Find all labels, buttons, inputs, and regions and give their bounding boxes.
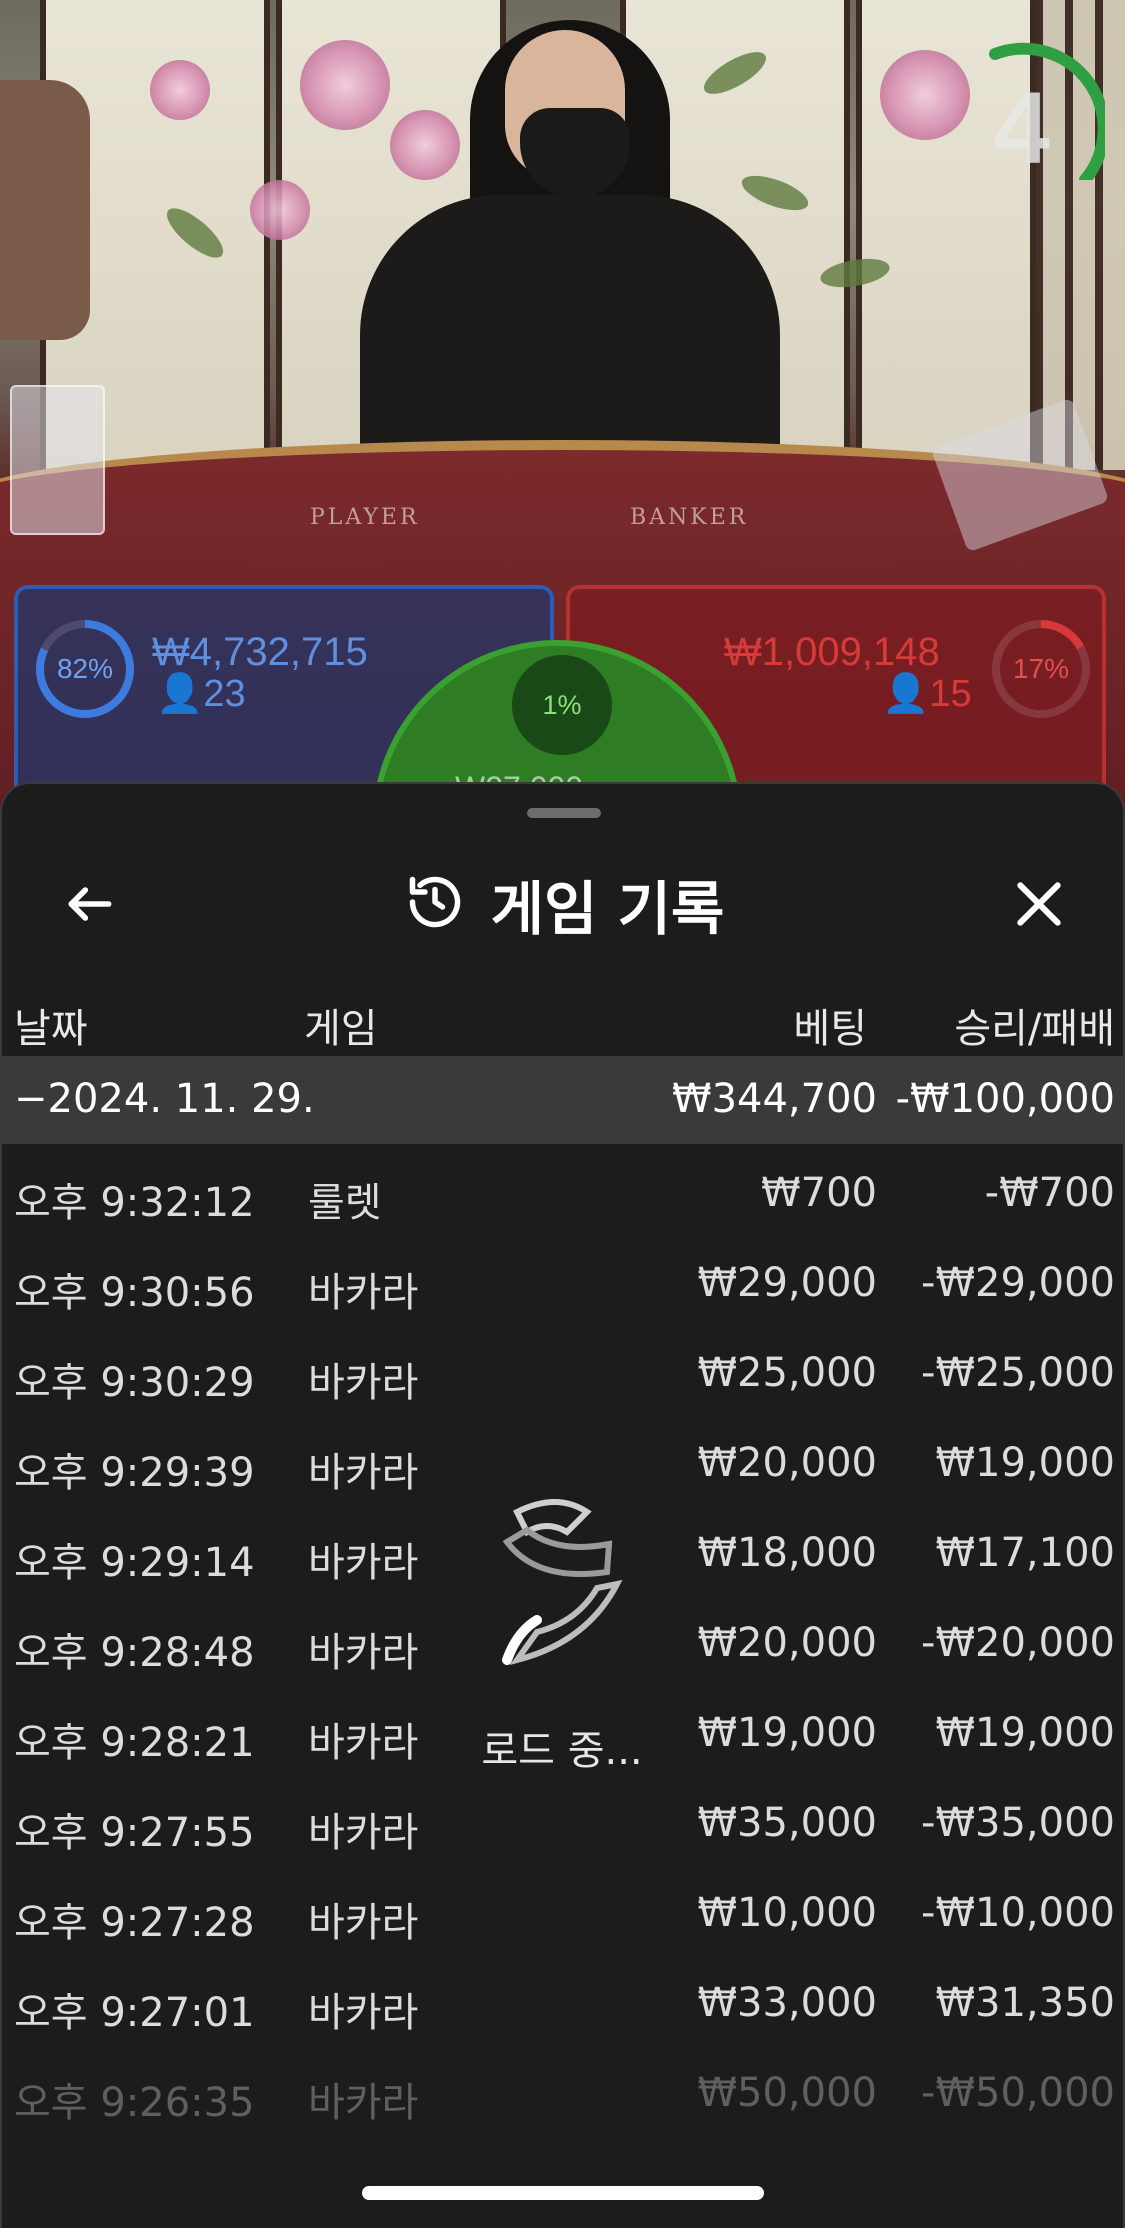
row-game: 바카라 bbox=[308, 1540, 419, 1586]
row-bet: ₩18,000 bbox=[697, 1530, 877, 1576]
loading-indicator: 로드 중... bbox=[481, 1492, 643, 1792]
user-icon: 👤 bbox=[882, 673, 930, 715]
flower-decoration bbox=[880, 50, 970, 140]
row-bet: ₩50,000 bbox=[697, 2070, 877, 2116]
row-game: 바카라 bbox=[308, 1900, 419, 1946]
page-title: 게임 기록 bbox=[490, 875, 725, 943]
row-game: 룰렛 bbox=[308, 1180, 382, 1226]
row-result: ₩19,000 bbox=[935, 1710, 1115, 1756]
staff-person bbox=[0, 80, 90, 340]
date-group-total-bet: ₩344,700 bbox=[672, 1076, 877, 1122]
title-group: 게임 기록 bbox=[2, 844, 1123, 964]
banker-percent: 17% bbox=[1012, 653, 1070, 684]
row-bet: ₩19,000 bbox=[697, 1710, 877, 1756]
row-result: -₩29,000 bbox=[921, 1260, 1115, 1306]
loading-text: 로드 중... bbox=[481, 1728, 643, 1774]
row-time: 오후 9:30:29 bbox=[14, 1360, 255, 1406]
row-result: -₩20,000 bbox=[921, 1620, 1115, 1666]
row-time: 오후 9:30:56 bbox=[14, 1270, 255, 1316]
home-indicator[interactable] bbox=[362, 2186, 764, 2200]
row-result: -₩10,000 bbox=[921, 1890, 1115, 1936]
table-label-player: PLAYER bbox=[310, 505, 420, 530]
table-row[interactable]: 오후 9:26:35 바카라 ₩50,000 -₩50,000 bbox=[2, 2046, 1123, 2136]
flower-decoration bbox=[150, 60, 210, 120]
timer-value: 4 bbox=[993, 71, 1050, 185]
column-date: 날짜 bbox=[14, 1006, 88, 1052]
flower-decoration bbox=[250, 180, 310, 240]
row-result: -₩700 bbox=[984, 1170, 1115, 1216]
row-bet: ₩10,000 bbox=[697, 1890, 877, 1936]
row-game: 바카라 bbox=[308, 1720, 419, 1766]
game-history-sheet: 게임 기록 날짜 게임 베팅 승리/패배 −2024. 11. 29. ₩344… bbox=[0, 782, 1125, 2228]
row-bet: ₩20,000 bbox=[697, 1620, 877, 1666]
row-game: 바카라 bbox=[308, 1630, 419, 1676]
row-time: 오후 9:27:55 bbox=[14, 1810, 255, 1856]
row-game: 바카라 bbox=[308, 1270, 419, 1316]
row-game: 바카라 bbox=[308, 1990, 419, 2036]
row-time: 오후 9:28:48 bbox=[14, 1630, 255, 1676]
banker-count: 👤15 bbox=[882, 673, 972, 715]
row-time: 오후 9:28:21 bbox=[14, 1720, 255, 1766]
row-bet: ₩700 bbox=[761, 1170, 877, 1216]
row-time: 오후 9:29:14 bbox=[14, 1540, 255, 1586]
column-game: 게임 bbox=[304, 1006, 378, 1052]
sheet-grabber[interactable] bbox=[527, 808, 601, 818]
arrow-left-icon bbox=[68, 887, 112, 921]
row-bet: ₩25,000 bbox=[697, 1350, 877, 1396]
row-time: 오후 9:29:39 bbox=[14, 1450, 255, 1496]
row-result: -₩50,000 bbox=[921, 2070, 1115, 2116]
back-button[interactable] bbox=[50, 864, 130, 944]
row-time: 오후 9:32:12 bbox=[14, 1180, 255, 1226]
column-win-loss: 승리/패배 bbox=[954, 1006, 1115, 1052]
row-bet: ₩33,000 bbox=[697, 1980, 877, 2026]
player-count: 👤23 bbox=[156, 673, 246, 715]
row-time: 오후 9:27:28 bbox=[14, 1900, 255, 1946]
table-row[interactable]: 오후 9:27:01 바카라 ₩33,000 ₩31,350 bbox=[2, 1956, 1123, 2046]
row-result: ₩19,000 bbox=[935, 1440, 1115, 1486]
player-amount: ₩4,732,715 bbox=[152, 630, 368, 674]
row-bet: ₩35,000 bbox=[697, 1800, 877, 1846]
tie-percent: 1% bbox=[542, 690, 582, 720]
close-button[interactable] bbox=[999, 864, 1079, 944]
row-time: 오후 9:26:35 bbox=[14, 2080, 255, 2126]
date-group-label: −2024. 11. 29. bbox=[14, 1076, 315, 1122]
row-result: -₩35,000 bbox=[921, 1800, 1115, 1846]
table-row[interactable]: 오후 9:30:29 바카라 ₩25,000 -₩25,000 bbox=[2, 1326, 1123, 1416]
row-time: 오후 9:27:01 bbox=[14, 1990, 255, 2036]
table-row[interactable]: 오후 9:32:12 룰렛 ₩700 -₩700 bbox=[2, 1146, 1123, 1236]
column-bet: 베팅 bbox=[793, 1006, 867, 1052]
row-bet: ₩20,000 bbox=[697, 1440, 877, 1486]
row-game: 바카라 bbox=[308, 1360, 419, 1406]
player-percent: 82% bbox=[56, 653, 114, 684]
date-group-header[interactable]: −2024. 11. 29. ₩344,700 -₩100,000 bbox=[2, 1056, 1123, 1144]
row-result: ₩17,100 bbox=[935, 1530, 1115, 1576]
user-icon: 👤 bbox=[156, 673, 204, 715]
row-bet: ₩29,000 bbox=[697, 1260, 877, 1306]
row-game: 바카라 bbox=[308, 2080, 419, 2126]
date-group-total-result: -₩100,000 bbox=[895, 1076, 1115, 1122]
row-result: ₩31,350 bbox=[935, 1980, 1115, 2026]
history-icon bbox=[405, 872, 465, 936]
flower-decoration bbox=[300, 40, 390, 130]
row-result: -₩25,000 bbox=[921, 1350, 1115, 1396]
card-discard-tray bbox=[10, 385, 105, 535]
sheet-header: 게임 기록 bbox=[2, 844, 1123, 964]
loading-spinner-icon bbox=[502, 1499, 623, 1665]
countdown-timer: 4 bbox=[985, 40, 1110, 186]
close-icon bbox=[1017, 882, 1061, 926]
banker-amount: ₩1,009,148 bbox=[724, 630, 940, 674]
table-row[interactable]: 오후 9:27:28 바카라 ₩10,000 -₩10,000 bbox=[2, 1866, 1123, 1956]
table-row[interactable]: 오후 9:30:56 바카라 ₩29,000 -₩29,000 bbox=[2, 1236, 1123, 1326]
table-label-banker: BANKER bbox=[630, 505, 749, 530]
row-game: 바카라 bbox=[308, 1450, 419, 1496]
row-game: 바카라 bbox=[308, 1810, 419, 1856]
flower-decoration bbox=[390, 110, 460, 180]
